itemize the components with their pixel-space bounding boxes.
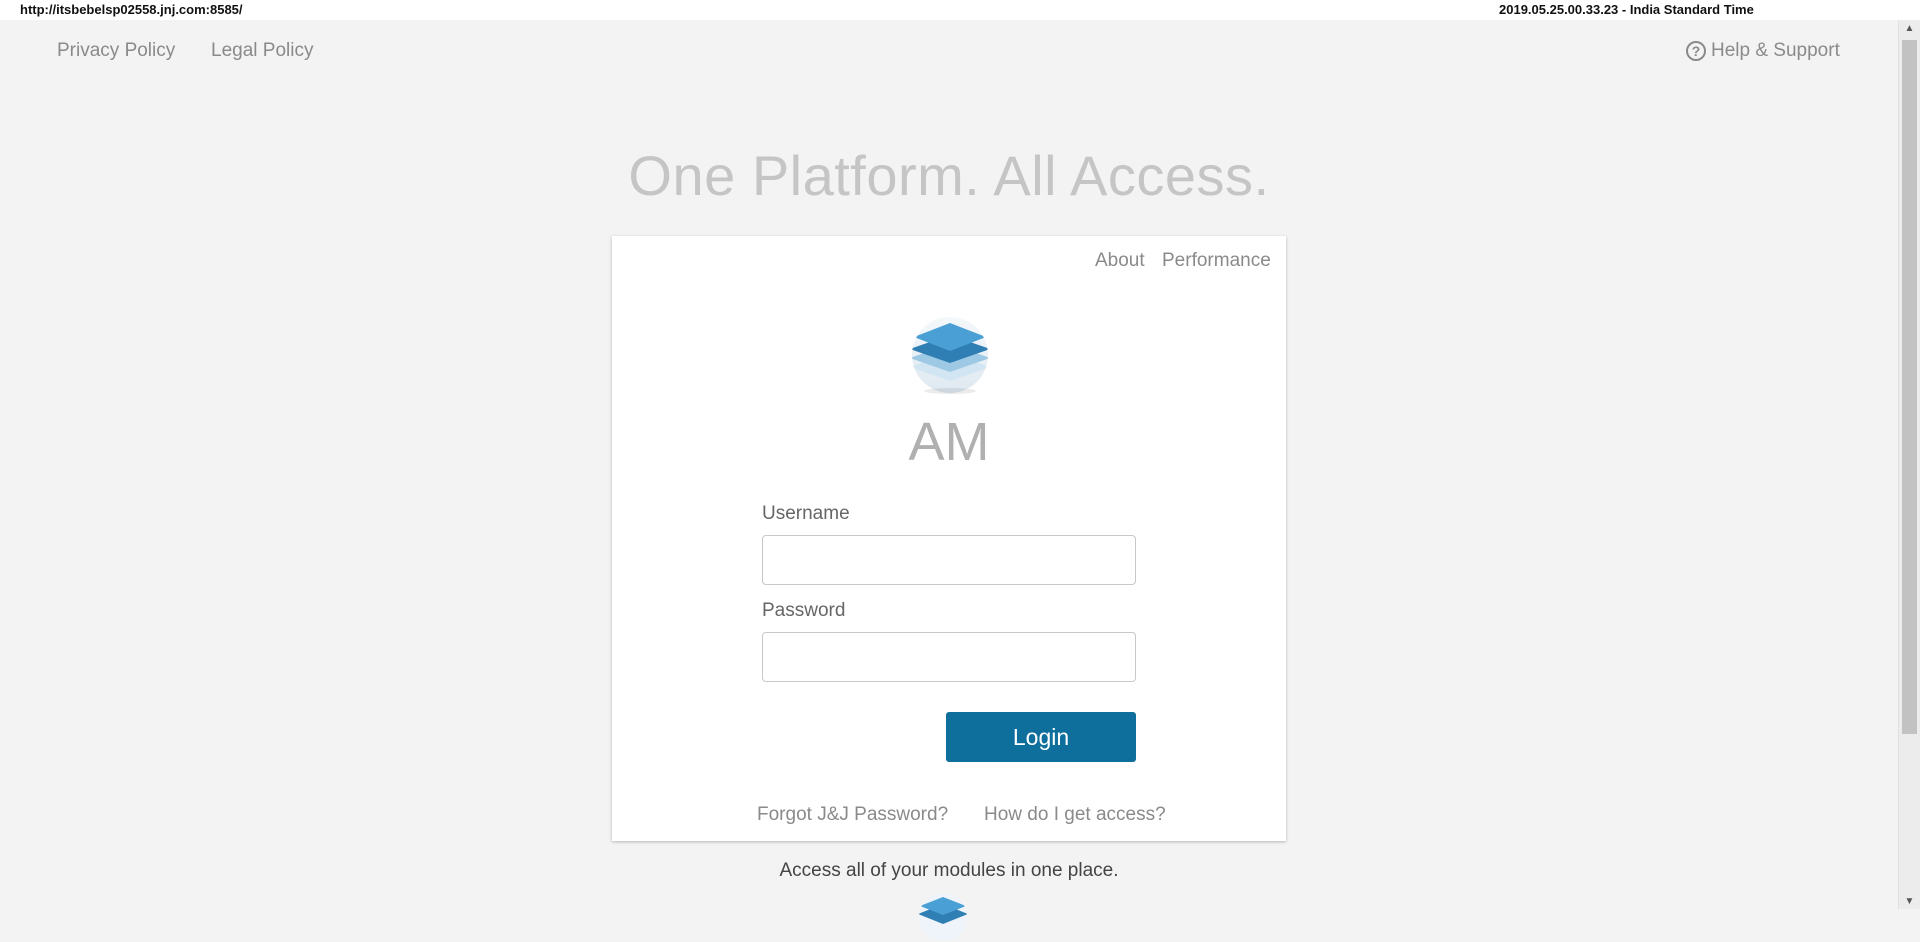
login-card: About Performance AM Username Password L…	[612, 236, 1286, 841]
help-support-label: Help & Support	[1711, 40, 1840, 61]
scroll-down-arrow-icon[interactable]: ▼	[1899, 893, 1920, 909]
scroll-up-arrow-icon[interactable]: ▲	[1899, 20, 1920, 36]
login-button[interactable]: Login	[946, 712, 1136, 762]
tagline: Access all of your modules in one place.	[779, 860, 1119, 881]
privacy-policy-link[interactable]: Privacy Policy	[57, 40, 175, 62]
vertical-scrollbar[interactable]: ▲ ▼	[1898, 20, 1920, 909]
get-access-link[interactable]: How do I get access?	[984, 804, 1166, 826]
app-logo	[912, 317, 988, 394]
password-input[interactable]	[762, 632, 1136, 682]
performance-link[interactable]: Performance	[1162, 250, 1271, 272]
legal-policy-link[interactable]: Legal Policy	[211, 40, 313, 62]
question-circle-icon: ?	[1686, 41, 1706, 61]
page-headline: One Platform. All Access.	[628, 144, 1270, 207]
forgot-password-link[interactable]: Forgot J&J Password?	[757, 804, 948, 826]
browser-info-bar: http://itsbebelsp02558.jnj.com:8585/ 201…	[0, 0, 1920, 20]
app-name: AM	[908, 412, 990, 472]
footer-logo	[919, 893, 967, 941]
username-input[interactable]	[762, 535, 1136, 585]
help-support-link[interactable]: ? Help & Support	[1686, 40, 1840, 62]
timestamp: 2019.05.25.00.33.23 - India Standard Tim…	[1499, 2, 1754, 17]
scrollbar-thumb[interactable]	[1902, 40, 1917, 734]
about-link[interactable]: About	[1095, 250, 1145, 272]
page-url: http://itsbebelsp02558.jnj.com:8585/	[20, 2, 243, 17]
username-label: Username	[762, 503, 850, 524]
password-label: Password	[762, 600, 846, 621]
